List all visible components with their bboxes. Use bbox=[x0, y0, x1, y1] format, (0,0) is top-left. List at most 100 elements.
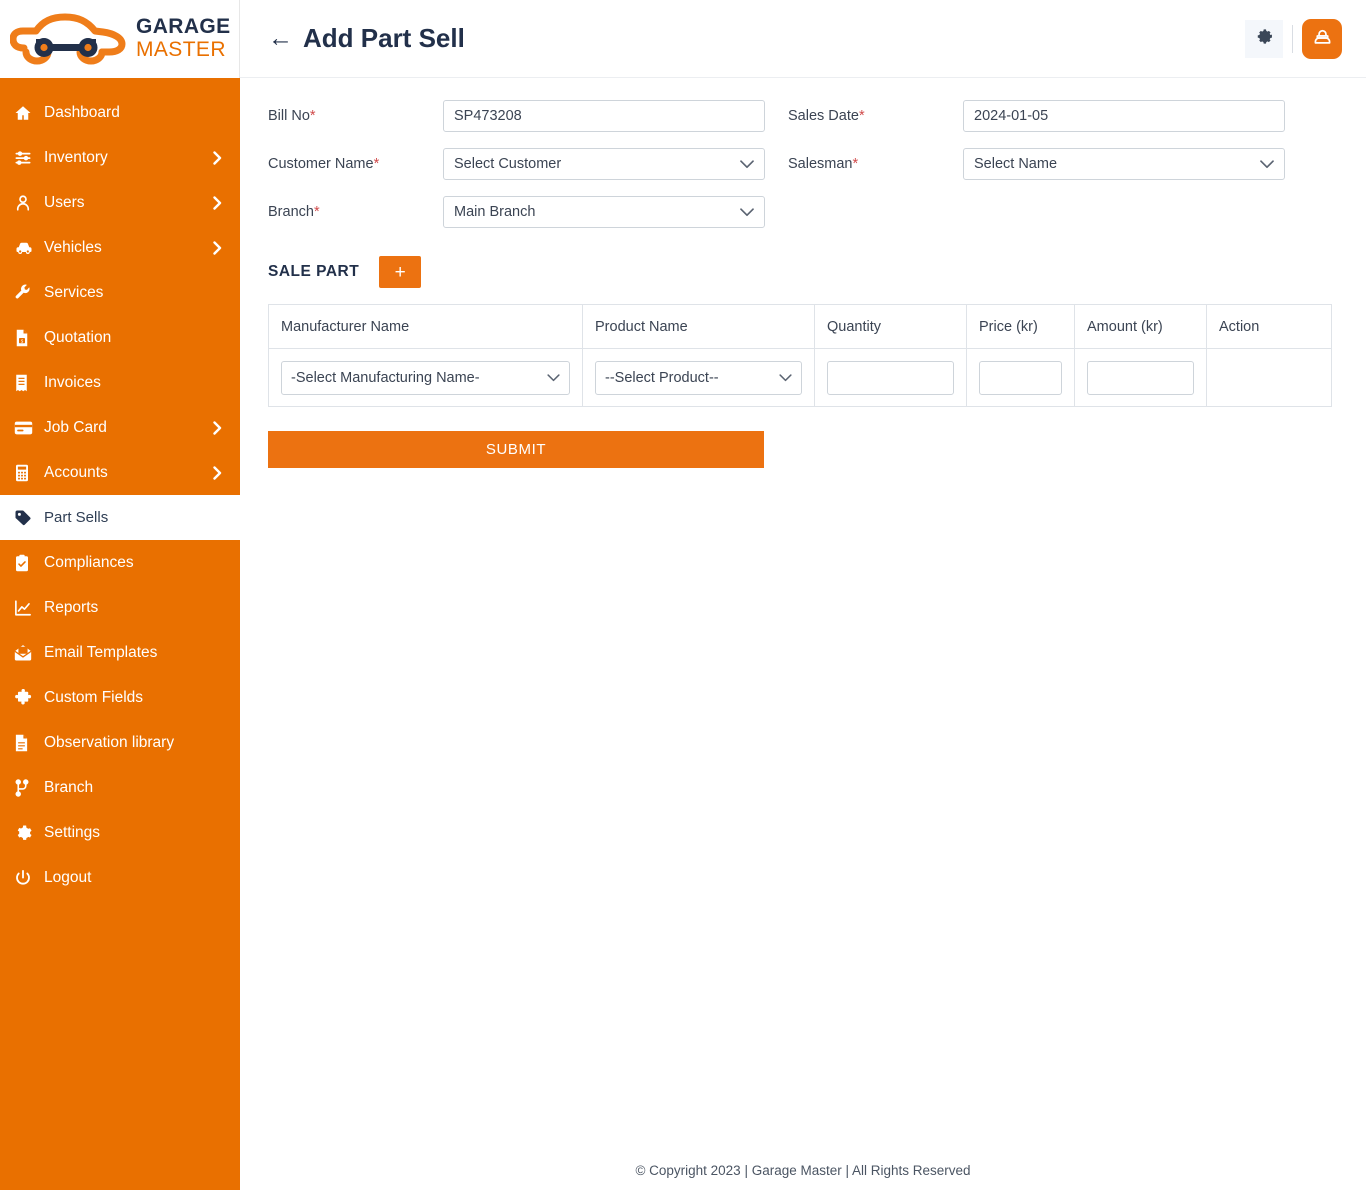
sidebar-item-label: Services bbox=[40, 284, 224, 302]
clipboard-check-icon bbox=[14, 554, 40, 572]
user-avatar-icon bbox=[1311, 25, 1334, 53]
brand-logo[interactable]: GARAGE MASTER bbox=[0, 0, 240, 78]
column-header-manufacturer: Manufacturer Name bbox=[269, 305, 583, 349]
sidebar-item-label: Observation library bbox=[40, 734, 224, 752]
required-marker: * bbox=[852, 156, 858, 172]
bill-no-label-text: Bill No bbox=[268, 108, 310, 124]
card-icon bbox=[14, 420, 40, 436]
sidebar-item-custom-fields[interactable]: Custom Fields bbox=[0, 675, 240, 720]
customer-name-label-text: Customer Name bbox=[268, 156, 374, 172]
mail-open-icon bbox=[14, 644, 40, 661]
car-icon bbox=[14, 239, 40, 257]
user-icon bbox=[14, 194, 40, 212]
sidebar-item-invoices[interactable]: Invoices bbox=[0, 360, 240, 405]
footer: © Copyright 2023 | Garage Master | All R… bbox=[240, 1163, 1366, 1178]
tag-icon bbox=[14, 509, 40, 527]
column-header-price: Price (kr) bbox=[967, 305, 1075, 349]
brand-name-line2: MASTER bbox=[136, 39, 231, 62]
product-selected-value: --Select Product-- bbox=[605, 370, 719, 386]
receipt-icon bbox=[14, 374, 40, 392]
sale-part-table-head: Manufacturer Name Product Name Quantity … bbox=[269, 305, 1332, 349]
sidebar-item-job-card[interactable]: Job Card bbox=[0, 405, 240, 450]
sale-part-title: SALE PART bbox=[268, 263, 359, 281]
chevron-right-icon bbox=[210, 151, 224, 165]
chevron-right-icon bbox=[210, 196, 224, 210]
sidebar-item-services[interactable]: Services bbox=[0, 270, 240, 315]
sidebar-item-label: Dashboard bbox=[40, 104, 224, 122]
sidebar-item-accounts[interactable]: Accounts bbox=[0, 450, 240, 495]
branch-select[interactable]: Main Branch bbox=[443, 196, 765, 228]
field-customer-name: Customer Name* Select Customer bbox=[268, 148, 788, 180]
sidebar-item-email-templates[interactable]: Email Templates bbox=[0, 630, 240, 675]
chevron-down-icon bbox=[779, 374, 792, 382]
sidebar-item-branch[interactable]: Branch bbox=[0, 765, 240, 810]
branch-label: Branch* bbox=[268, 204, 443, 220]
sidebar-item-label: Part Sells bbox=[40, 509, 224, 526]
branch-selected-value: Main Branch bbox=[454, 204, 535, 220]
quantity-input[interactable] bbox=[827, 361, 954, 395]
form-row-1: Bill No* Sales Date* bbox=[268, 100, 1308, 132]
required-marker: * bbox=[374, 156, 380, 172]
sidebar-item-label: Compliances bbox=[40, 554, 224, 572]
user-avatar-button[interactable] bbox=[1302, 19, 1342, 59]
page-title-text: Add Part Sell bbox=[303, 23, 465, 54]
column-header-product: Product Name bbox=[583, 305, 815, 349]
sidebar-item-compliances[interactable]: Compliances bbox=[0, 540, 240, 585]
bill-no-input[interactable] bbox=[443, 100, 765, 132]
sales-date-input[interactable] bbox=[963, 100, 1285, 132]
cell-manufacturer: -Select Manufacturing Name- bbox=[269, 349, 583, 407]
chevron-right-icon bbox=[210, 466, 224, 480]
form-row-2: Customer Name* Select Customer Salesman*… bbox=[268, 148, 1308, 180]
document-dollar-icon: $ bbox=[14, 329, 40, 347]
submit-button[interactable]: SUBMIT bbox=[268, 431, 764, 468]
field-sales-date: Sales Date* bbox=[788, 100, 1308, 132]
sidebar-item-logout[interactable]: Logout bbox=[0, 855, 240, 900]
back-arrow-icon[interactable]: ← bbox=[268, 26, 293, 51]
sidebar-item-part-sells[interactable]: Part Sells bbox=[0, 495, 240, 540]
sidebar-item-settings[interactable]: Settings bbox=[0, 810, 240, 855]
sliders-icon bbox=[14, 149, 40, 167]
topbar: ← Add Part Sell bbox=[240, 0, 1366, 78]
page-title: ← Add Part Sell bbox=[268, 23, 465, 54]
sidebar-item-label: Inventory bbox=[40, 149, 210, 167]
sidebar-item-vehicles[interactable]: Vehicles bbox=[0, 225, 240, 270]
page-content: Bill No* Sales Date* Customer Name* Sele… bbox=[240, 78, 1366, 1190]
customer-name-select[interactable]: Select Customer bbox=[443, 148, 765, 180]
topbar-divider bbox=[1292, 25, 1293, 53]
manufacturer-select[interactable]: -Select Manufacturing Name- bbox=[281, 361, 570, 395]
chevron-down-icon bbox=[547, 374, 560, 382]
sidebar-item-label: Logout bbox=[40, 869, 224, 887]
salesman-selected-value: Select Name bbox=[974, 156, 1057, 172]
puzzle-icon bbox=[14, 689, 40, 707]
settings-button[interactable] bbox=[1245, 20, 1283, 58]
wrench-icon bbox=[14, 284, 40, 302]
add-sale-part-button[interactable]: + bbox=[379, 256, 421, 288]
chevron-right-icon bbox=[210, 241, 224, 255]
chevron-down-icon bbox=[740, 208, 754, 217]
sidebar-item-reports[interactable]: Reports bbox=[0, 585, 240, 630]
sidebar-item-quotation[interactable]: $ Quotation bbox=[0, 315, 240, 360]
product-select[interactable]: --Select Product-- bbox=[595, 361, 802, 395]
form-row-3: Branch* Main Branch bbox=[268, 196, 1308, 228]
sale-part-header: SALE PART + bbox=[268, 256, 1338, 288]
column-header-action: Action bbox=[1207, 305, 1332, 349]
sidebar-item-label: Job Card bbox=[40, 419, 210, 437]
chevron-down-icon bbox=[740, 160, 754, 169]
sales-date-label: Sales Date* bbox=[788, 108, 963, 124]
sidebar-item-label: Vehicles bbox=[40, 239, 210, 257]
brand-name-line1: GARAGE bbox=[136, 16, 231, 39]
sidebar-item-dashboard[interactable]: Dashboard bbox=[0, 90, 240, 135]
price-input[interactable] bbox=[979, 361, 1062, 395]
sale-part-table-body: -Select Manufacturing Name- --Select Pro… bbox=[269, 349, 1332, 407]
sidebar-item-observation-library[interactable]: Observation library bbox=[0, 720, 240, 765]
salesman-select[interactable]: Select Name bbox=[963, 148, 1285, 180]
sidebar-item-users[interactable]: Users bbox=[0, 180, 240, 225]
chart-line-icon bbox=[14, 599, 40, 617]
cell-amount bbox=[1075, 349, 1207, 407]
sidebar-item-label: Reports bbox=[40, 599, 224, 617]
amount-input[interactable] bbox=[1087, 361, 1194, 395]
sidebar-item-label: Settings bbox=[40, 824, 224, 842]
brand-name: GARAGE MASTER bbox=[136, 16, 231, 61]
sidebar-item-inventory[interactable]: Inventory bbox=[0, 135, 240, 180]
power-icon bbox=[14, 869, 40, 887]
